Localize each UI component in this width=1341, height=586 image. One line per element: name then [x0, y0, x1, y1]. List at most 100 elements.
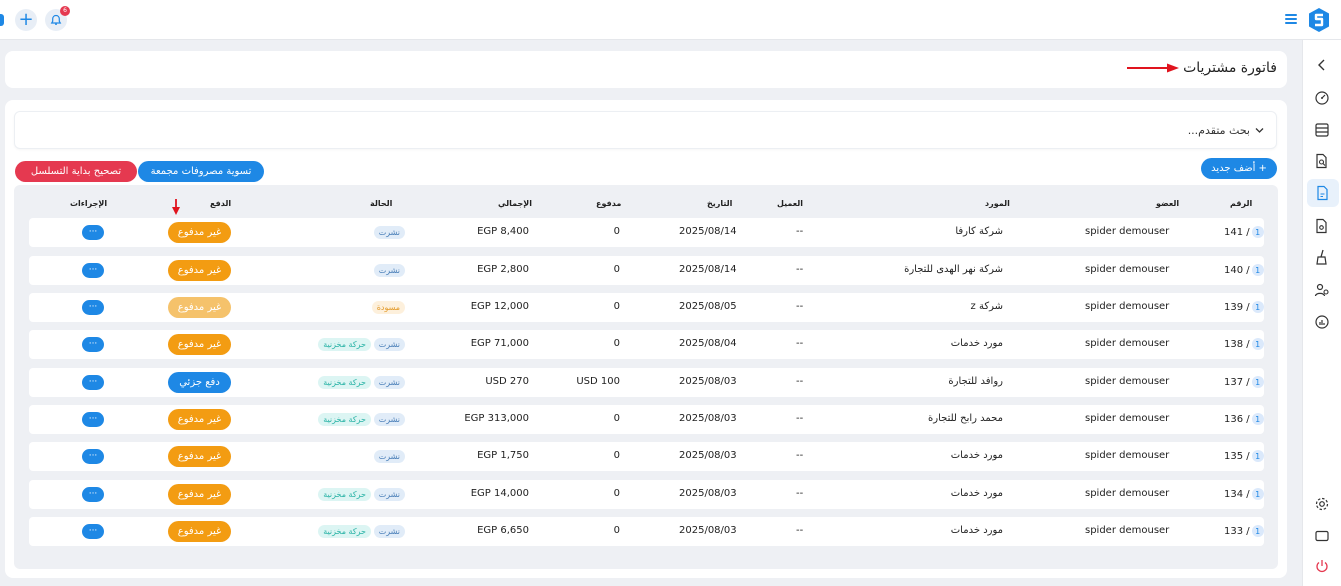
- status-badge: نشرت: [373, 450, 405, 463]
- document-settings-icon[interactable]: [1312, 216, 1332, 236]
- fix-sequence-button[interactable]: تصحيح بداية التسلسل: [15, 161, 137, 182]
- member-cell: spider demouser: [1085, 226, 1170, 237]
- row-actions-button[interactable]: ···: [82, 263, 104, 278]
- date-cell: 2025/08/05: [679, 301, 737, 312]
- add-new-button[interactable]: + أضف جديد: [1201, 158, 1277, 179]
- table-row[interactable]: 137 /1 spider demouser روافد للتجارة -- 2025…: [29, 368, 1264, 397]
- invoice-number[interactable]: 133 /1: [1224, 525, 1264, 537]
- column-header-number: الرقم: [1230, 199, 1253, 208]
- status-badge: نشرت: [373, 488, 405, 501]
- payment-status-button[interactable]: غير مدفوع: [168, 260, 231, 281]
- plus-icon[interactable]: +: [15, 9, 37, 31]
- report-chart-icon[interactable]: [1312, 312, 1332, 332]
- payment-status-button[interactable]: غير مدفوع: [168, 446, 231, 467]
- document-search-icon[interactable]: [1312, 151, 1332, 171]
- advanced-search-label: بحث متقدم...: [1187, 124, 1250, 137]
- notifications-button[interactable]: 6: [45, 6, 70, 31]
- row-actions-button[interactable]: ···: [82, 412, 104, 427]
- advanced-search-toggle[interactable]: بحث متقدم...: [14, 111, 1277, 149]
- supplier-cell: محمد رابح للتجارة: [928, 413, 1003, 424]
- gear-icon[interactable]: [1312, 494, 1332, 514]
- total-cell: EGP 8,400: [477, 226, 529, 237]
- invoice-number[interactable]: 138 /1: [1224, 338, 1264, 350]
- chevron-left-icon[interactable]: [1312, 55, 1332, 75]
- invoice-number-text: 140 /: [1224, 264, 1250, 276]
- table-row[interactable]: 139 /1 spider demouser شركة z -- 2025/08/05 0…: [29, 293, 1264, 322]
- invoice-number[interactable]: 136 /1: [1224, 413, 1264, 425]
- member-cell: spider demouser: [1085, 450, 1170, 461]
- speedometer-icon[interactable]: [1312, 88, 1332, 108]
- row-actions-button[interactable]: ···: [82, 225, 104, 240]
- member-cell: spider demouser: [1085, 264, 1170, 275]
- panel-edge-tab[interactable]: [0, 14, 4, 26]
- invoice-number-text: 134 /: [1224, 488, 1250, 500]
- invoice-number-text: 135 /: [1224, 450, 1250, 462]
- power-icon[interactable]: [1312, 556, 1332, 576]
- inventory-movement-badge: حركة مخزنية: [318, 488, 371, 501]
- invoice-number[interactable]: 135 /1: [1224, 450, 1264, 462]
- payment-status-button[interactable]: غير مدفوع: [168, 409, 231, 430]
- paid-cell: 0: [613, 488, 620, 499]
- date-cell: 2025/08/14: [679, 226, 737, 237]
- top-bar: + 6: [0, 0, 1341, 40]
- payment-status-button[interactable]: غير مدفوع: [168, 521, 231, 542]
- invoice-number[interactable]: 141 /1: [1224, 226, 1264, 238]
- table-row[interactable]: 136 /1 spider demouser محمد رابح للتجارة --…: [29, 405, 1264, 434]
- client-cell: --: [796, 301, 804, 312]
- paid-cell: USD 100: [576, 376, 620, 387]
- row-actions-button[interactable]: ···: [82, 300, 104, 315]
- paid-cell: 0: [613, 264, 620, 275]
- total-cell: EGP 12,000: [470, 301, 529, 312]
- row-actions-button[interactable]: ···: [82, 337, 104, 352]
- table-row[interactable]: 140 /1 spider demouser شركة نهر الهدى للتج…: [29, 256, 1264, 285]
- total-cell: EGP 71,000: [470, 338, 529, 349]
- broom-icon[interactable]: [1312, 247, 1332, 267]
- table-row[interactable]: 138 /1 spider demouser مورد خدمات -- 2025/08…: [29, 330, 1264, 359]
- paid-cell: 0: [613, 413, 620, 424]
- menu-icon[interactable]: [1285, 14, 1297, 24]
- document-active-icon[interactable]: [1307, 179, 1339, 207]
- invoice-number[interactable]: 140 /1: [1224, 264, 1264, 276]
- table-row[interactable]: 134 /1 spider demouser مورد خدمات -- 2025/08…: [29, 480, 1264, 509]
- column-header-paid: مدفوع: [596, 199, 622, 208]
- payment-status-button[interactable]: غير مدفوع: [168, 484, 231, 505]
- payment-status-button[interactable]: دفع جزئي: [168, 372, 231, 393]
- row-actions-button[interactable]: ···: [82, 487, 104, 502]
- invoice-number[interactable]: 139 /1: [1224, 301, 1264, 313]
- client-cell: --: [796, 226, 804, 237]
- status-badge: نشرت: [373, 264, 405, 277]
- annotation-arrow-right-icon: [1127, 63, 1179, 73]
- member-cell: spider demouser: [1085, 413, 1170, 424]
- total-cell: EGP 2,800: [477, 264, 529, 275]
- page-header-card: فاتورة مشتريات: [5, 51, 1287, 88]
- invoice-number[interactable]: 134 /1: [1224, 488, 1264, 500]
- member-cell: spider demouser: [1085, 338, 1170, 349]
- row-actions-button[interactable]: ···: [82, 375, 104, 390]
- window-icon[interactable]: [1312, 526, 1332, 546]
- database-icon[interactable]: [1312, 120, 1332, 140]
- invoice-count-badge: 1: [1251, 450, 1264, 462]
- users-settings-icon[interactable]: [1312, 280, 1332, 300]
- supplier-cell: مورد خدمات: [950, 488, 1003, 499]
- payment-status-button[interactable]: غير مدفوع: [168, 297, 231, 318]
- app-logo-icon[interactable]: [1307, 7, 1331, 33]
- supplier-cell: شركة z: [970, 301, 1003, 312]
- invoice-number[interactable]: 137 /1: [1224, 376, 1264, 388]
- payment-status-button[interactable]: غير مدفوع: [168, 334, 231, 355]
- invoice-count-badge: 1: [1251, 376, 1264, 388]
- row-actions-button[interactable]: ···: [82, 524, 104, 539]
- invoice-count-badge: 1: [1251, 338, 1264, 350]
- payment-status-button[interactable]: غير مدفوع: [168, 222, 231, 243]
- supplier-cell: مورد خدمات: [950, 338, 1003, 349]
- settle-expenses-button[interactable]: تسوية مصروفات مجمعة: [138, 161, 264, 182]
- client-cell: --: [796, 264, 804, 275]
- row-actions-button[interactable]: ···: [82, 449, 104, 464]
- total-cell: EGP 313,000: [464, 413, 529, 424]
- inventory-movement-badge: حركة مخزنية: [318, 338, 371, 351]
- table-row[interactable]: 133 /1 spider demouser مورد خدمات -- 2025/08…: [29, 517, 1264, 546]
- paid-cell: 0: [613, 226, 620, 237]
- table-row[interactable]: 135 /1 spider demouser مورد خدمات -- 2025/08…: [29, 442, 1264, 471]
- date-cell: 2025/08/03: [679, 413, 737, 424]
- invoice-number-text: 137 /: [1224, 376, 1250, 388]
- table-row[interactable]: 141 /1 spider demouser شركة كارفا -- 2025/08…: [29, 218, 1264, 247]
